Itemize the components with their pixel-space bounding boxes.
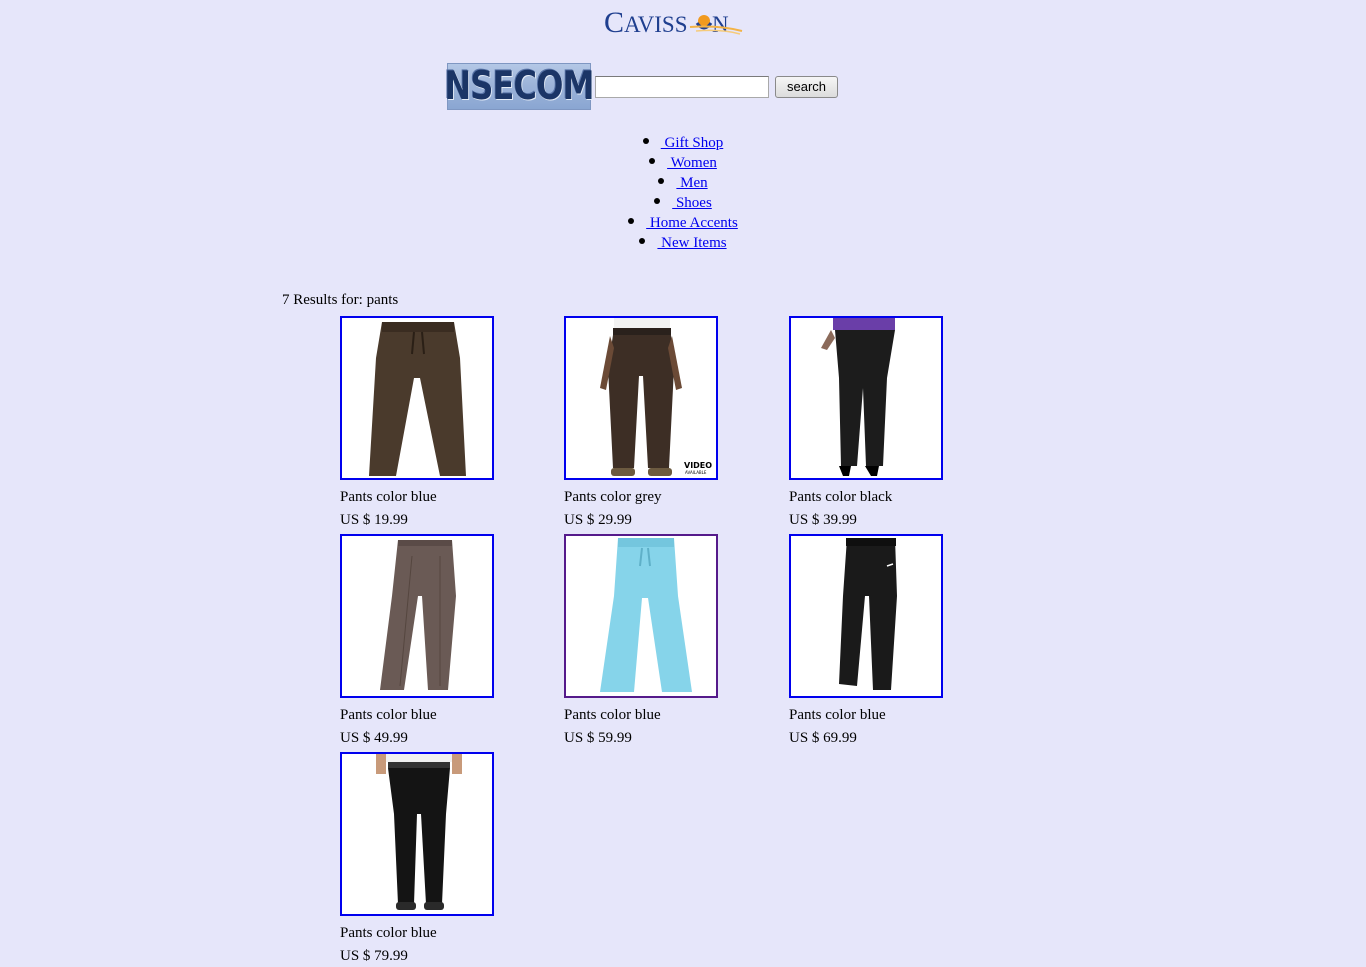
- product-card: VIDEO AVAILABLE Pants color grey US $ 29…: [564, 316, 764, 530]
- product-price: US $ 29.99: [564, 512, 632, 528]
- nav-item-shoes: Shoes: [0, 193, 1366, 213]
- page: C AVISS N NSECOM search Gift Shop Women …: [0, 0, 1366, 967]
- product-card: Pants color blue US $ 79.99: [340, 752, 540, 966]
- results-summary: 7 Results for: pants: [282, 292, 399, 308]
- product-image-link[interactable]: [789, 316, 943, 480]
- search-button[interactable]: search: [775, 75, 838, 98]
- category-nav: Gift Shop Women Men Shoes Home Accents N…: [0, 133, 1366, 253]
- nsecom-logo[interactable]: NSECOM: [444, 63, 594, 110]
- product-card: Pants color blue US $ 19.99: [340, 316, 540, 530]
- product-name: Pants color grey: [564, 489, 662, 505]
- svg-text:AVISS: AVISS: [624, 12, 688, 37]
- svg-text:N: N: [712, 12, 729, 37]
- nsecom-logo-text: NSECOM: [444, 64, 594, 109]
- product-price: US $ 49.99: [340, 730, 408, 746]
- svg-text:AVAILABLE: AVAILABLE: [685, 470, 707, 475]
- pants-black-women-image: [821, 318, 895, 476]
- product-price: US $ 79.99: [340, 948, 408, 964]
- product-name: Pants color blue: [340, 707, 437, 723]
- bullet: [642, 137, 649, 144]
- pants-brown-jeans-image: VIDEO AVAILABLE: [600, 318, 712, 476]
- nav-link-gift-shop[interactable]: Gift Shop: [661, 135, 723, 151]
- product-name: Pants color blue: [564, 707, 661, 723]
- cavisson-logo-graphic: C AVISS N: [604, 6, 743, 39]
- bullet: [654, 197, 661, 204]
- svg-text:C: C: [604, 6, 624, 39]
- product-name: Pants color blue: [340, 925, 437, 941]
- bullet: [658, 177, 665, 184]
- bullet: [628, 217, 635, 224]
- product-image-link[interactable]: VIDEO AVAILABLE: [564, 316, 718, 480]
- product-image-link[interactable]: [340, 534, 494, 698]
- nav-link-new-items[interactable]: New Items: [657, 235, 726, 251]
- pants-taupe-trouser-image: [380, 540, 456, 690]
- product-name: Pants color blue: [789, 707, 886, 723]
- product-price: US $ 39.99: [789, 512, 857, 528]
- product-image-link[interactable]: [340, 752, 494, 916]
- search-input[interactable]: [595, 75, 769, 98]
- nav-link-shoes[interactable]: Shoes: [672, 195, 712, 211]
- product-price: US $ 19.99: [340, 512, 408, 528]
- product-price: US $ 69.99: [789, 730, 857, 746]
- nav-item-gift-shop: Gift Shop: [0, 133, 1366, 153]
- product-name: Pants color black: [789, 489, 893, 505]
- product-card: Pants color black US $ 39.99: [789, 316, 989, 530]
- nav-link-men[interactable]: Men: [676, 175, 708, 191]
- nav-item-home-accents: Home Accents: [0, 213, 1366, 233]
- product-card: Pants color blue US $ 59.99: [564, 534, 764, 748]
- product-image-link[interactable]: [564, 534, 718, 698]
- search-row: NSECOM search: [444, 63, 838, 110]
- pants-brown-sweat-image: [369, 322, 466, 476]
- pants-black-track-image: [839, 538, 897, 690]
- product-price: US $ 59.99: [564, 730, 632, 746]
- product-image-link[interactable]: [789, 534, 943, 698]
- product-name: Pants color blue: [340, 489, 437, 505]
- product-image-link[interactable]: [340, 316, 494, 480]
- bullet: [649, 157, 656, 164]
- cavisson-logo[interactable]: C AVISS N: [604, 5, 744, 39]
- bullet: [639, 237, 646, 244]
- nav-item-women: Women: [0, 153, 1366, 173]
- product-card: Pants color blue US $ 49.99: [340, 534, 540, 748]
- nav-item-men: Men: [0, 173, 1366, 193]
- svg-text:VIDEO: VIDEO: [684, 461, 712, 470]
- nav-link-women[interactable]: Women: [667, 155, 717, 171]
- product-card: Pants color blue US $ 69.99: [789, 534, 989, 748]
- pants-aqua-flare-image: [600, 538, 692, 692]
- nav-link-home-accents[interactable]: Home Accents: [646, 215, 738, 231]
- pants-black-dress-image: [376, 754, 462, 910]
- nav-item-new-items: New Items: [0, 233, 1366, 253]
